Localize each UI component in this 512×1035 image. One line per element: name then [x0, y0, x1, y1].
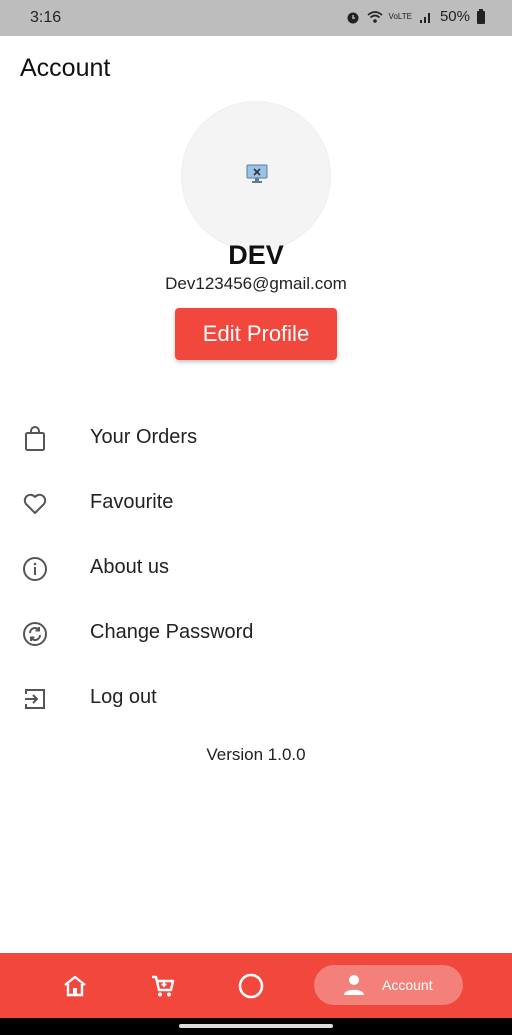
circle-icon[interactable] [238, 973, 264, 999]
user-email: Dev123456@gmail.com [165, 274, 347, 293]
menu-item-label: Change Password [90, 621, 254, 643]
alarm-icon [347, 12, 359, 23]
info-icon [23, 557, 47, 581]
cart-icon[interactable] [150, 973, 176, 999]
wifi-icon [367, 10, 383, 23]
nav-account-label: Account [382, 977, 433, 993]
edit-profile-button[interactable]: Edit Profile [175, 308, 337, 360]
home-gesture-handle[interactable] [179, 1024, 333, 1028]
page-title: Account [20, 54, 111, 82]
menu-item-label: Favourite [90, 491, 174, 513]
nav-account-tab[interactable]: Account [314, 965, 463, 1005]
menu-item-log-out[interactable]: Log out [0, 666, 512, 731]
bottom-navigation: Account [0, 953, 512, 1018]
menu-item-your-orders[interactable]: Your Orders [0, 406, 512, 471]
home-icon[interactable] [62, 973, 88, 999]
heart-icon [23, 493, 47, 514]
status-icons: VoLTE 50% [345, 8, 486, 25]
avatar[interactable] [181, 101, 331, 251]
change-password-icon [23, 622, 47, 646]
status-time: 3:16 [30, 9, 62, 26]
app-version: Version 1.0.0 [206, 745, 306, 764]
network-type: VoLTE [388, 11, 412, 21]
menu-item-label: Your Orders [90, 426, 198, 448]
user-name: DEV [228, 240, 284, 270]
signal-icon [419, 12, 430, 23]
menu-item-label: Log out [90, 686, 157, 708]
shopping-bag-icon [25, 426, 45, 451]
broken-image-icon [246, 164, 268, 183]
system-navigation-bar [0, 1018, 512, 1035]
status-bar: 3:16 VoLTE 50% [0, 0, 512, 36]
menu-item-label: About us [90, 556, 169, 578]
menu-item-favourite[interactable]: Favourite [0, 471, 512, 536]
menu-item-about-us[interactable]: About us [0, 536, 512, 601]
battery-percent: 50% [439, 8, 470, 25]
menu-item-change-password[interactable]: Change Password [0, 601, 512, 666]
account-menu: Your Orders Favourite About us Change Pa… [0, 406, 512, 731]
logout-icon [25, 689, 45, 709]
battery-icon [477, 8, 485, 24]
person-icon [344, 975, 364, 995]
